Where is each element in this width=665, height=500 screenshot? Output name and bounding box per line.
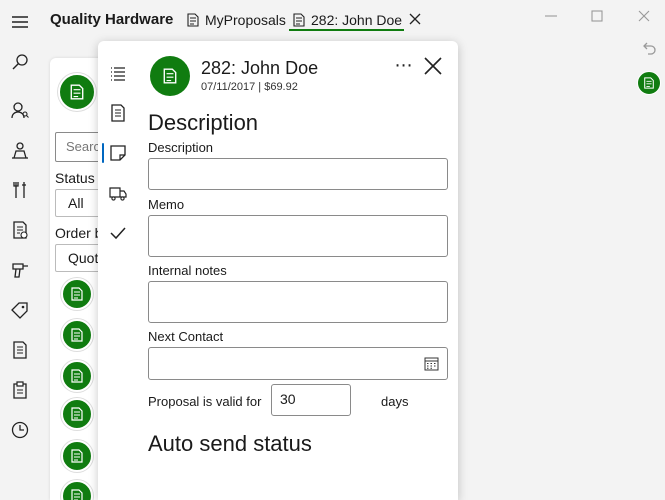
close-window-icon[interactable] (636, 8, 652, 24)
valid-days-unit: days (381, 394, 409, 409)
document-icon (644, 77, 654, 89)
customers-icon[interactable] (8, 98, 32, 122)
next-contact-input[interactable] (149, 348, 447, 379)
memo-label: Memo (148, 197, 185, 212)
description-field[interactable] (148, 158, 448, 190)
list-item[interactable] (61, 440, 93, 472)
close-tab-icon[interactable] (407, 11, 423, 27)
delivery-truck-icon[interactable] (108, 183, 128, 203)
note-icon[interactable] (108, 143, 128, 163)
hamburger-menu-icon[interactable] (8, 10, 32, 34)
proposals-icon[interactable] (8, 338, 32, 362)
checkmark-icon[interactable] (108, 223, 128, 243)
auto-send-section-title: Auto send status (148, 431, 312, 456)
nav-rail (0, 0, 40, 500)
tab-my-proposals[interactable]: MyProposals (186, 8, 286, 32)
internal-notes-input[interactable] (149, 282, 447, 322)
close-pane-icon[interactable] (422, 55, 444, 77)
internal-notes-field[interactable] (148, 281, 448, 323)
app-title: Quality Hardware (50, 11, 174, 28)
selected-section-indicator (102, 143, 104, 163)
document-icon (71, 407, 83, 421)
maximize-icon[interactable] (589, 8, 605, 24)
document-icon (71, 287, 83, 301)
list-item[interactable] (61, 278, 93, 310)
order-by-label: Order b (55, 225, 103, 241)
valid-for-label: Proposal is valid for (148, 394, 262, 409)
next-contact-field[interactable] (148, 347, 448, 380)
document-icon (71, 449, 83, 463)
drill-icon[interactable] (8, 258, 32, 282)
list-item[interactable] (61, 319, 93, 351)
clock-icon[interactable] (8, 418, 32, 442)
description-section-title: Description (148, 110, 259, 135)
internal-notes-label: Internal notes (148, 263, 227, 278)
description-input[interactable] (149, 159, 447, 189)
tab-label: MyProposals (205, 12, 286, 28)
memo-field[interactable] (148, 215, 448, 257)
list-item[interactable] (61, 360, 93, 392)
tools-icon[interactable] (8, 178, 32, 202)
tab-label: 282: John Doe (311, 12, 403, 28)
proposal-title: 282: John Doe (201, 58, 319, 78)
next-contact-label: Next Contact (148, 329, 224, 344)
minimize-icon[interactable] (543, 8, 559, 24)
calendar-icon[interactable] (424, 356, 439, 371)
document-icon (71, 369, 83, 383)
document-icon (293, 13, 305, 27)
document-icon (71, 328, 83, 342)
clipboard-icon[interactable] (8, 378, 32, 402)
search-icon[interactable] (8, 50, 32, 74)
proposal-subtitle: 07/11/2017 | $69.92 (201, 81, 298, 93)
proposal-detail-pane: 282: John Doe 07/11/2017 | $69.92 ⋯ Desc… (98, 41, 458, 500)
list-item[interactable] (61, 480, 93, 500)
list-header-avatar (58, 73, 96, 111)
tag-icon[interactable] (8, 298, 32, 322)
invoices-icon[interactable] (8, 218, 32, 242)
document-icon (187, 13, 199, 27)
proposal-status-badge[interactable] (637, 71, 661, 95)
document-icon (71, 489, 83, 500)
more-options-button[interactable]: ⋯ (392, 55, 416, 75)
status-label: Status (55, 170, 95, 186)
memo-input[interactable] (149, 216, 447, 256)
active-tab-indicator (289, 29, 404, 31)
document-icon (163, 68, 177, 84)
description-label: Description (148, 140, 214, 155)
proposal-avatar (150, 56, 190, 96)
undo-icon[interactable] (642, 40, 658, 56)
valid-days-input[interactable]: 30 (271, 384, 351, 416)
list-view-icon[interactable] (108, 63, 128, 83)
list-item[interactable] (61, 398, 93, 430)
document-icon (70, 84, 84, 100)
contacts-icon[interactable] (8, 138, 32, 162)
document-lines-icon[interactable] (108, 103, 128, 123)
